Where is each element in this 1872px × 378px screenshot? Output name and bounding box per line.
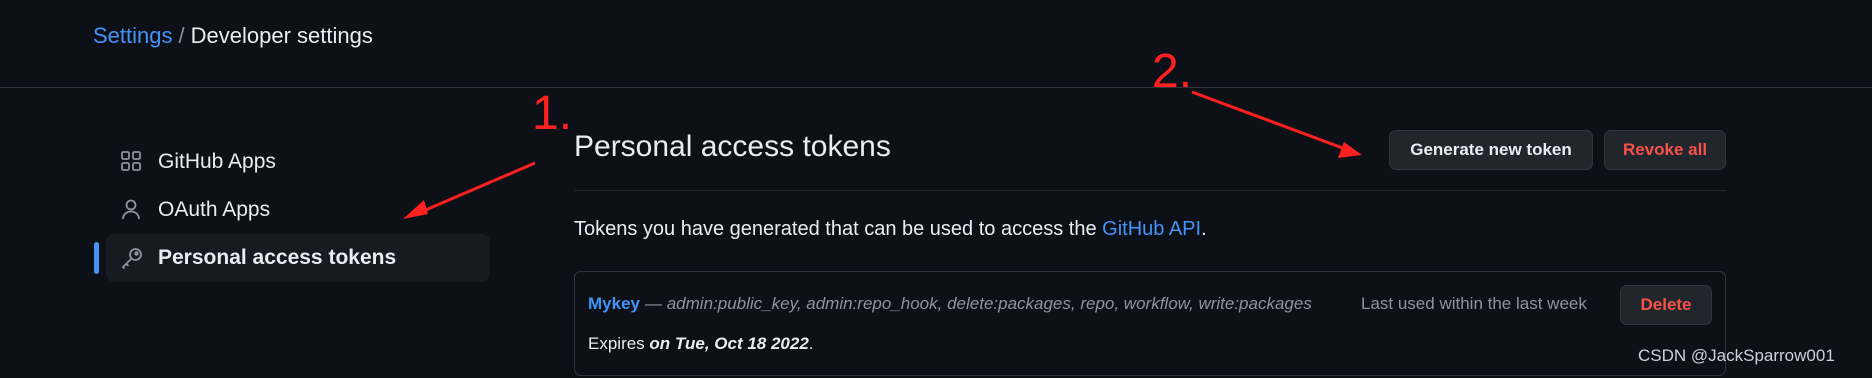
arrow-1	[403, 161, 536, 219]
annotation-step-1: 1.	[532, 87, 573, 140]
watermark: CSDN @JackSparrow001	[1638, 346, 1835, 365]
annotation-arrows	[403, 90, 1362, 219]
arrow-2	[1191, 90, 1362, 158]
annotation-step-2: 2.	[1152, 45, 1193, 98]
